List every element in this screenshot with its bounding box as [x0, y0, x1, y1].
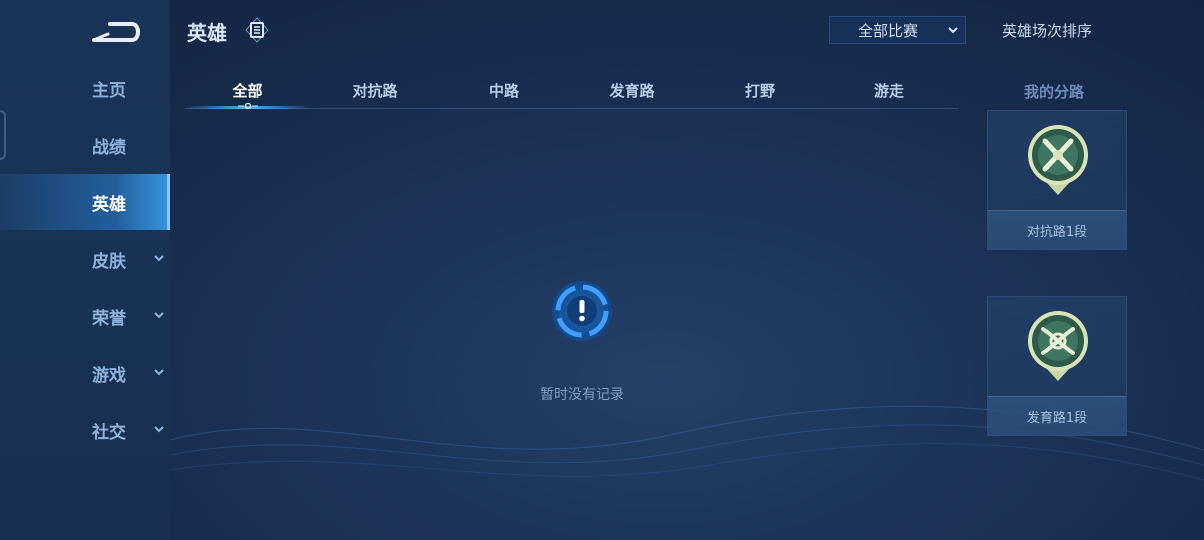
tab-bot-lane[interactable]: 发育路 — [568, 72, 696, 108]
sidebar-item-label: 社交 — [92, 422, 126, 443]
sidebar-item-record[interactable]: 战绩 — [0, 117, 170, 173]
sidebar-item-heroes[interactable]: 英雄 — [0, 174, 170, 230]
chevron-down-icon — [154, 312, 164, 319]
sidebar-item-label: 游戏 — [92, 365, 126, 386]
sidebar-item-label: 战绩 — [92, 137, 126, 158]
crossed-swords-emblem-icon — [1028, 125, 1088, 195]
my-lanes-title: 我的分路 — [1024, 83, 1085, 101]
tab-mid-lane[interactable]: 中路 — [440, 72, 568, 108]
sidebar-item-label: 英雄 — [92, 194, 126, 215]
document-icon[interactable] — [243, 16, 271, 44]
lane-card-top[interactable]: 对抗路1段 — [987, 110, 1127, 250]
tab-jungle[interactable]: 打野 — [696, 72, 824, 108]
page-title: 英雄 — [187, 21, 227, 45]
tab-top-lane[interactable]: 对抗路 — [310, 72, 440, 108]
chevron-down-icon — [154, 426, 164, 433]
tab-roam[interactable]: 游走 — [824, 72, 954, 108]
lane-card-bottom[interactable]: 发育路1段 — [987, 296, 1127, 436]
chevron-down-icon — [154, 369, 164, 376]
sidebar-item-social[interactable]: 社交 — [0, 402, 170, 458]
sidebar: 主页 战绩 英雄 皮肤 荣誉 游戏 社交 — [0, 0, 170, 540]
chevron-down-icon — [948, 27, 958, 34]
sidebar-item-skins[interactable]: 皮肤 — [0, 231, 170, 287]
hero-sort-button[interactable]: 英雄场次排序 — [1002, 20, 1092, 41]
bow-emblem-icon — [1028, 311, 1088, 381]
lane-card-label: 对抗路1段 — [988, 210, 1126, 249]
sidebar-item-label: 荣誉 — [92, 308, 126, 329]
chevron-down-icon — [154, 255, 164, 262]
sidebar-item-label: 皮肤 — [92, 251, 126, 272]
sidebar-item-label: 主页 — [92, 80, 126, 101]
lane-tabs: 全部 对抗路 中路 发育路 打野 游走 — [185, 72, 958, 109]
empty-record-icon — [552, 281, 612, 341]
back-icon[interactable] — [88, 14, 144, 46]
match-filter-select[interactable]: 全部比赛 — [829, 16, 966, 44]
lane-card-label: 发育路1段 — [988, 396, 1126, 435]
match-filter-value: 全部比赛 — [858, 21, 919, 40]
sidebar-item-home[interactable]: 主页 — [0, 60, 170, 116]
active-tab-indicator-icon — [238, 102, 258, 110]
sidebar-item-honor[interactable]: 荣誉 — [0, 288, 170, 344]
